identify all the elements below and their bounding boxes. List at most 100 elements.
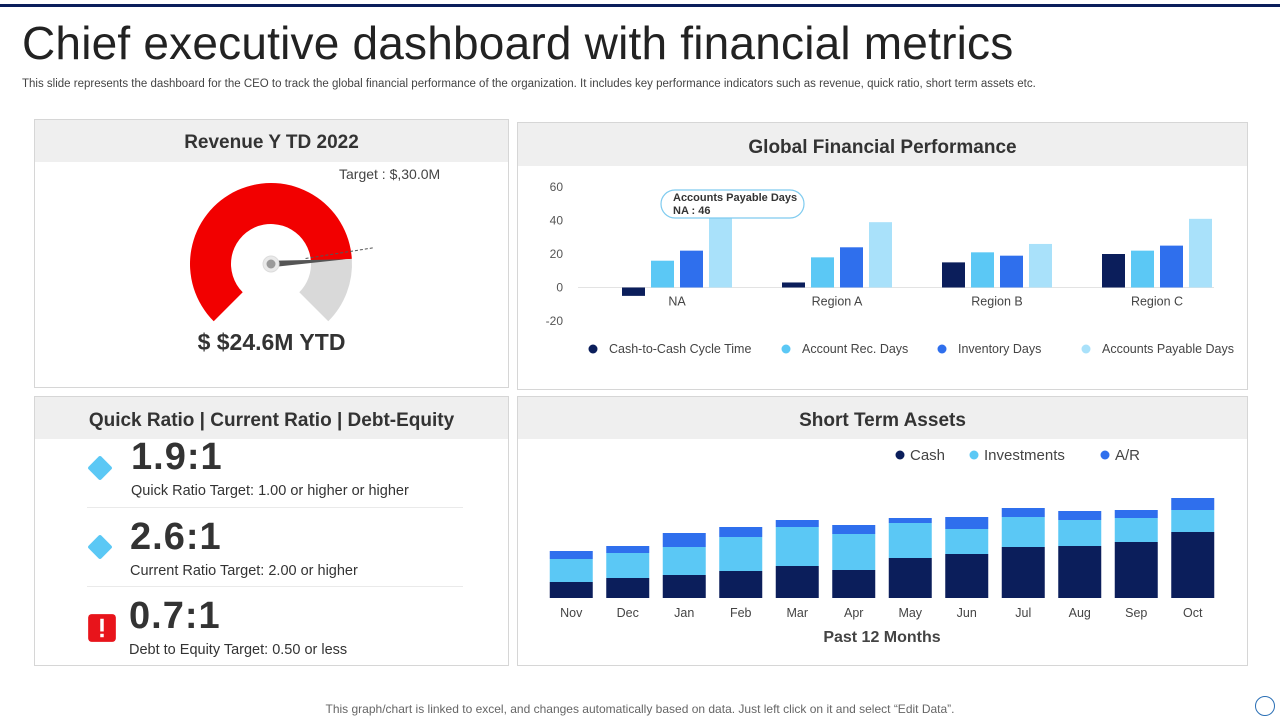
legend-marker — [1100, 450, 1110, 460]
bar-cash — [1114, 542, 1158, 598]
x-category-label: Region C — [1131, 295, 1183, 309]
footer-note: This graph/chart is linked to excel, and… — [325, 702, 955, 716]
gauge-remaining-arc — [299, 258, 352, 322]
current-ratio-label: Current Ratio Target: 2.00 or higher — [130, 563, 358, 579]
legend-marker — [781, 344, 791, 354]
revenue-ytd-value: $ $24.6M YTD — [197, 329, 346, 355]
x-category-label: Apr — [844, 606, 863, 620]
bar-a-r — [945, 517, 989, 529]
global-financial-panel: Global Financial Performance -20 0 20 40 60 N… — [517, 122, 1248, 390]
bar-a-r — [1171, 498, 1215, 510]
bar-inventory-days — [1160, 245, 1183, 288]
ratios-panel-title: Quick Ratio | Current Ratio | Debt-Equit… — [35, 397, 508, 439]
legend-marker — [969, 450, 979, 460]
x-axis-label: Past 12 Months — [823, 629, 940, 646]
bar-investments — [1058, 520, 1102, 546]
bar-cash — [606, 578, 650, 598]
bar-cash — [1001, 547, 1045, 598]
y-tick-label: 60 — [550, 180, 564, 194]
bar-inventory-days — [1000, 255, 1023, 288]
bar-investments — [606, 553, 650, 578]
bar-account-rec-days — [811, 257, 834, 288]
short-term-assets-panel: Short Term Assets Nov Dec Jan Feb Mar Apr May J… — [517, 396, 1248, 666]
bar-cash-to-cash-cycle-time — [622, 287, 645, 296]
global-financial-chart: -20 0 20 40 60 NA Region A Region B Region C Acco… — [546, 180, 1234, 356]
legend-label: Inventory Days — [958, 342, 1041, 356]
y-tick-label: 0 — [556, 281, 563, 295]
bar-investments — [1114, 518, 1158, 542]
bar-investments — [549, 559, 593, 582]
legend-marker — [937, 344, 947, 354]
bar-inventory-days — [680, 250, 703, 288]
x-category-label: Aug — [1069, 606, 1091, 620]
bar-cash — [549, 582, 593, 598]
x-category-label: May — [898, 606, 922, 620]
callout-value: NA : 46 — [673, 205, 711, 217]
page-subtitle: This slide represents the dashboard for … — [22, 78, 1036, 90]
bar-investments — [945, 529, 989, 554]
debt-equity-row: 0.7:1 Debt to Equity Target: 0.50 or les… — [35, 595, 508, 677]
bar-a-r — [662, 533, 706, 547]
quick-ratio-value: 1.9:1 — [131, 436, 223, 478]
diamond-icon — [88, 535, 112, 559]
legend-label: Investments — [984, 447, 1065, 464]
bar-account-rec-days — [971, 252, 994, 288]
bar-a-r — [1058, 511, 1102, 520]
bar-investments — [775, 527, 819, 566]
callout-box: Accounts Payable DaysNA : 46 — [660, 189, 805, 219]
x-category-label: Region B — [971, 295, 1022, 309]
x-category-label: Oct — [1183, 606, 1203, 620]
top-accent-bar — [0, 4, 1280, 7]
ratios-panel: Quick Ratio | Current Ratio | Debt-Equit… — [34, 396, 509, 666]
bar-cash — [832, 570, 876, 598]
x-category-label: Mar — [786, 606, 808, 620]
circle-icon — [1255, 696, 1275, 716]
row-divider — [87, 507, 463, 508]
x-category-label: Feb — [730, 606, 752, 620]
bar-accounts-payable-days — [1189, 218, 1212, 288]
bar-investments — [1171, 510, 1215, 532]
bar-a-r — [719, 527, 763, 537]
bar-investments — [832, 534, 876, 570]
bar-accounts-payable-days — [869, 222, 892, 288]
bar-cash — [888, 558, 932, 598]
y-tick-label: -20 — [546, 314, 564, 328]
x-category-label: Nov — [560, 606, 583, 620]
x-category-label: Jan — [674, 606, 694, 620]
revenue-target-label: Target : $,30.0M — [339, 166, 441, 182]
bar-a-r — [1001, 508, 1045, 517]
x-category-label: Dec — [617, 606, 639, 620]
y-tick-label: 20 — [550, 247, 564, 261]
current-ratio-value: 2.6:1 — [130, 516, 222, 558]
bar-cash — [719, 571, 763, 598]
bar-cash — [775, 566, 819, 598]
bar-cash — [1058, 546, 1102, 598]
bar-cash-to-cash-cycle-time — [1102, 254, 1125, 288]
legend-label: Cash-to-Cash Cycle Time — [609, 342, 751, 356]
bar-a-r — [888, 518, 932, 523]
bar-a-r — [775, 520, 819, 527]
bar-a-r — [549, 551, 593, 559]
bar-a-r — [1114, 510, 1158, 518]
gauge-hub-center — [266, 259, 276, 269]
x-category-label: NA — [668, 295, 686, 309]
callout-title: Accounts Payable Days — [673, 192, 797, 204]
debt-equity-value: 0.7:1 — [129, 595, 221, 637]
bar-cash — [1171, 532, 1215, 598]
legend-label: A/R — [1115, 447, 1140, 464]
debt-equity-label: Debt to Equity Target: 0.50 or less — [129, 642, 348, 658]
x-category-label: Jun — [957, 606, 977, 620]
bar-a-r — [606, 546, 650, 553]
bar-account-rec-days — [651, 260, 674, 288]
bar-accounts-payable-days — [709, 210, 732, 288]
bar-cash — [945, 554, 989, 598]
row-divider — [87, 586, 463, 587]
quick-ratio-label: Quick Ratio Target: 1.00 or higher or hi… — [131, 483, 409, 499]
bar-inventory-days — [840, 247, 863, 288]
x-category-label: Jul — [1015, 606, 1031, 620]
page-title: Chief executive dashboard with financial… — [22, 17, 1014, 69]
bar-investments — [1001, 517, 1045, 547]
x-category-label: Sep — [1125, 606, 1147, 620]
bar-cash-to-cash-cycle-time — [942, 262, 965, 288]
legend-label: Accounts Payable Days — [1102, 342, 1234, 356]
